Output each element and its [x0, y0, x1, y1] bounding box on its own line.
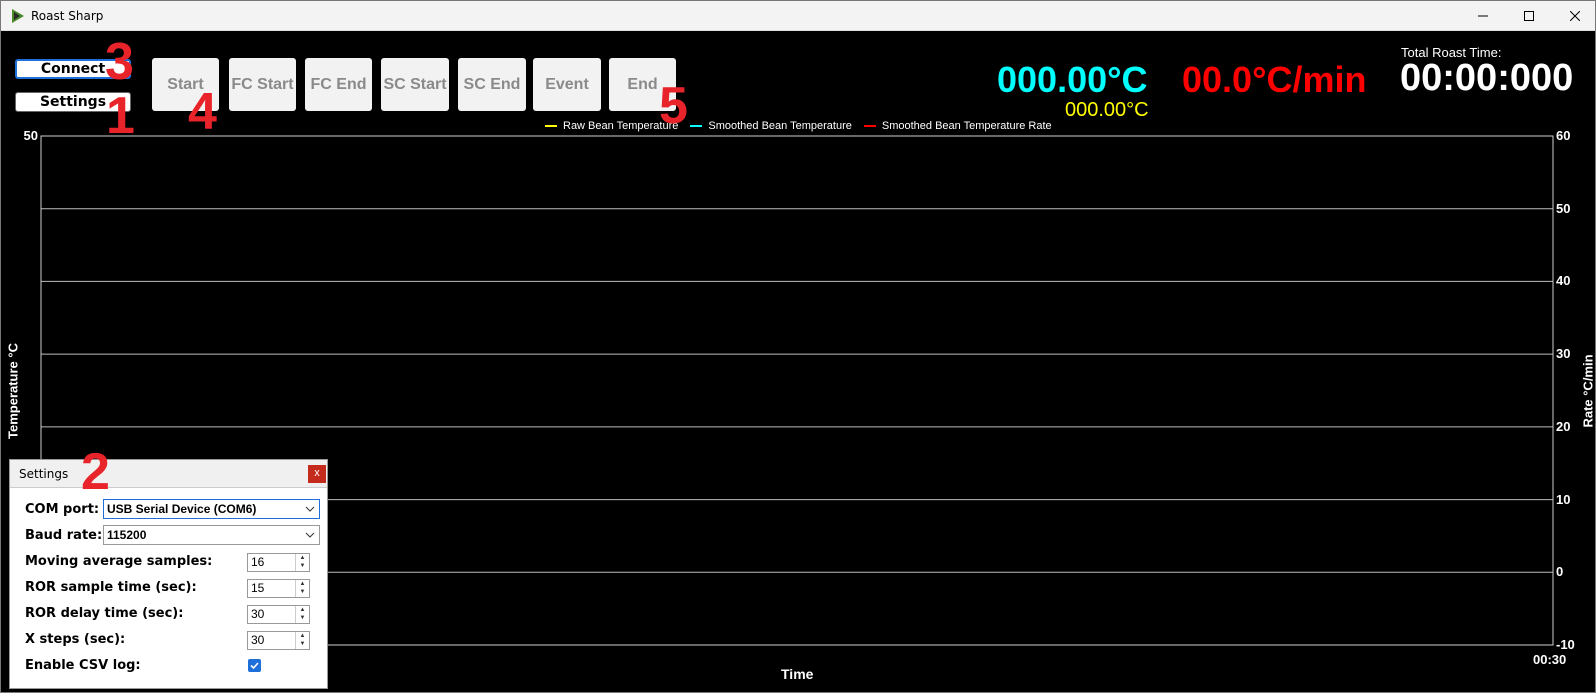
legend-swatch-rate: [863, 125, 876, 127]
legend-swatch-smoothed: [690, 125, 703, 127]
baud-rate-select[interactable]: 115200: [103, 525, 320, 545]
ror-sample-label: ROR sample time (sec):: [25, 580, 197, 595]
right-tick-label: 0: [1556, 564, 1564, 580]
com-port-select[interactable]: USB Serial Device (COM6): [103, 499, 320, 519]
legend-item-rate: Smoothed Bean Temperature Rate: [863, 120, 1052, 132]
raw-bean-temp-readout: 000.00°C: [1065, 99, 1149, 121]
baud-rate-value: 115200: [107, 528, 147, 542]
spinner-buttons: ▲ ▼: [295, 580, 309, 597]
event-button[interactable]: Event: [533, 58, 601, 111]
rate-of-rise-readout: 00.0°C/min: [1182, 59, 1367, 100]
chevron-down-icon: [305, 506, 315, 512]
window-title: Roast Sharp: [31, 9, 104, 23]
minimize-button[interactable]: [1460, 1, 1506, 31]
roast-time-readout: 00:00:000: [1400, 57, 1574, 99]
smoothed-bean-temp-readout: 000.00°C: [997, 59, 1148, 100]
close-icon: [1570, 11, 1580, 21]
main-window: Roast Sharp Connect Settings Start FC St…: [0, 0, 1596, 693]
moving-average-label: Moving average samples:: [25, 554, 213, 569]
annotation-5: 5: [659, 77, 688, 135]
moving-average-spinner[interactable]: 16 ▲ ▼: [247, 553, 310, 572]
spin-down-icon[interactable]: ▼: [296, 641, 309, 650]
ror-delay-spinner[interactable]: 30 ▲ ▼: [247, 605, 310, 624]
right-axis-label: Rate °C/min: [1580, 354, 1596, 428]
right-tick-label: -10: [1556, 637, 1575, 652]
left-tick-label: 50: [23, 128, 38, 143]
x-steps-spinner[interactable]: 30 ▲ ▼: [247, 631, 310, 650]
chart-legend: Raw Bean Temperature Smoothed Bean Tempe…: [545, 120, 1064, 132]
settings-dialog-title-bar: Settings x: [10, 460, 327, 488]
annotation-4: 4: [188, 83, 217, 141]
legend-label-rate: Smoothed Bean Temperature Rate: [881, 120, 1052, 132]
spin-down-icon[interactable]: ▼: [296, 563, 309, 572]
spinner-buttons: ▲ ▼: [295, 632, 309, 649]
legend-item-smoothed: Smoothed Bean Temperature: [690, 120, 852, 132]
spinner-buttons: ▲ ▼: [295, 606, 309, 623]
x-steps-value: 30: [251, 633, 265, 647]
left-axis-label: Temperature °C: [5, 343, 21, 439]
csv-log-checkbox[interactable]: [248, 659, 261, 672]
right-tick-label: 50: [1556, 200, 1571, 216]
moving-average-value: 16: [251, 555, 265, 569]
com-port-value: USB Serial Device (COM6): [107, 502, 257, 516]
ror-sample-value: 15: [251, 581, 265, 595]
checkmark-icon: [250, 662, 259, 670]
annotation-3: 3: [105, 33, 134, 91]
com-port-label: COM port:: [25, 502, 100, 517]
spin-down-icon[interactable]: ▼: [296, 615, 309, 624]
settings-dialog: Settings x: [9, 459, 328, 689]
annotation-2: 2: [81, 443, 110, 501]
right-tick-label: 60: [1556, 128, 1571, 143]
settings-close-button[interactable]: x: [308, 465, 326, 483]
sc-end-button[interactable]: SC End: [458, 58, 526, 111]
x-tick-label: 00:30: [1533, 652, 1567, 667]
baud-rate-label: Baud rate:: [25, 528, 103, 543]
csv-log-label: Enable CSV log:: [25, 658, 141, 673]
ror-delay-label: ROR delay time (sec):: [25, 606, 184, 621]
right-tick-label: 30: [1556, 346, 1571, 362]
minimize-icon: [1478, 15, 1488, 17]
right-tick-label: 20: [1556, 418, 1571, 434]
chevron-down-icon: [305, 532, 315, 538]
maximize-icon: [1524, 11, 1534, 21]
title-bar: Roast Sharp: [1, 1, 1595, 31]
annotation-1: 1: [106, 87, 135, 145]
fc-end-button[interactable]: FC End: [305, 58, 372, 111]
close-window-button[interactable]: [1552, 1, 1595, 31]
maximize-button[interactable]: [1506, 1, 1552, 31]
ror-sample-spinner[interactable]: 15 ▲ ▼: [247, 579, 310, 598]
spin-down-icon[interactable]: ▼: [296, 589, 309, 598]
legend-label-smoothed: Smoothed Bean Temperature: [708, 120, 852, 132]
spinner-buttons: ▲ ▼: [295, 554, 309, 571]
settings-dialog-title: Settings: [19, 467, 69, 481]
sc-start-button[interactable]: SC Start: [381, 58, 449, 111]
right-tick-label: 40: [1556, 273, 1571, 289]
right-tick-label: 10: [1556, 491, 1571, 507]
legend-swatch-raw: [545, 125, 557, 127]
ror-delay-value: 30: [251, 607, 265, 621]
fc-start-button[interactable]: FC Start: [229, 58, 296, 111]
app-logo-icon: [12, 9, 24, 23]
x-steps-label: X steps (sec):: [25, 632, 126, 647]
x-axis-label: Time: [781, 666, 814, 682]
